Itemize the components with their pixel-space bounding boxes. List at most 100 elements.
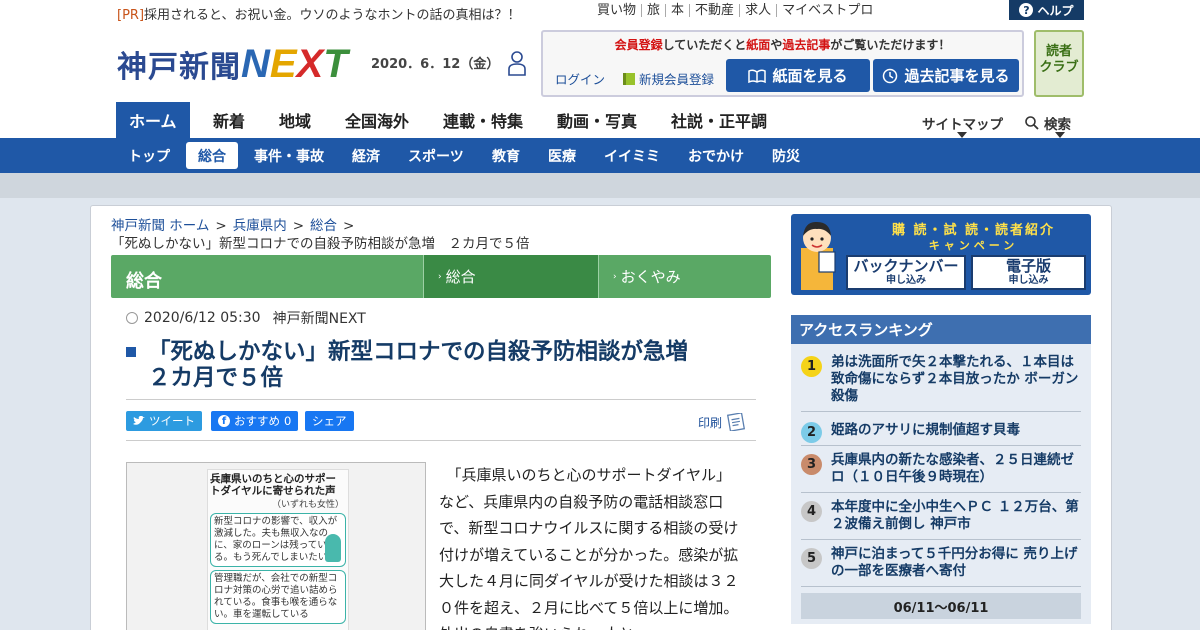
print-icon — [726, 413, 746, 431]
sitemap-link[interactable]: サイトマップ — [922, 113, 1003, 133]
ranking-title: 神戸に泊まって５千円分お得に 売り上げの一部を医療者へ寄付 — [831, 546, 1078, 579]
backnumber-box[interactable]: バックナンバー 申し込み — [846, 255, 966, 290]
rank-number: 3 — [801, 454, 822, 475]
mascot-icon — [801, 221, 836, 290]
search-icon — [1025, 116, 1039, 130]
pr-link[interactable]: [PR]採用されると、お祝い金。ウソのようなホントの話の真相は？！ — [117, 4, 521, 23]
twitter-icon — [133, 416, 145, 425]
print-button[interactable]: 印刷 — [698, 413, 746, 431]
search-button[interactable]: 検索 — [1025, 113, 1071, 133]
past-articles-button[interactable]: 過去記事を見る — [873, 59, 1019, 92]
reader-club-button[interactable]: 読者 クラブ — [1034, 30, 1084, 97]
ranking-item[interactable]: 1 弟は洗面所で矢２本撃たれる、１本目は致命傷にならず２本目放ったか ボーガン殺傷 — [801, 354, 1081, 412]
pr-tag: [PR] — [117, 8, 145, 23]
member-message: 会員登録していただくと紙面や過去記事がご覧いただけます！ — [614, 38, 951, 52]
logo-kanji: 神戸新聞 — [117, 50, 241, 85]
subnav-education[interactable]: 教育 — [492, 138, 520, 173]
top-link-jobs[interactable]: 求人 — [739, 4, 776, 17]
subnav-top[interactable]: トップ — [128, 138, 170, 173]
nav-national[interactable]: 全国海外 — [345, 102, 409, 138]
content-panel: 神戸新聞 ホーム > 兵庫県内 > 総合 > 「死ぬしかない」新型コロナでの自殺予防相談が… — [90, 205, 1112, 630]
logo-letter-n: N — [241, 42, 270, 86]
clock-icon — [883, 68, 898, 83]
subnav-sports[interactable]: スポーツ — [408, 138, 464, 173]
top-link-shopping[interactable]: 買い物 — [597, 4, 641, 17]
top-link-travel[interactable]: 旅 — [641, 4, 665, 17]
ranking-header: アクセスランキング — [791, 315, 1091, 344]
headline-marker-icon — [126, 347, 136, 357]
article-body: 「兵庫県いのちと心のサポートダイヤル」など、兵庫県内の自殺予防の電話相談窓口で、… — [439, 466, 739, 630]
article-image[interactable]: 兵庫県いのちと心のサポートダイヤルに寄せられた声 （いずれも女性） 新型コロナの… — [126, 462, 426, 630]
logo-letter-t: T — [323, 42, 348, 86]
digital-edition-box[interactable]: 電子版 申し込み — [971, 255, 1086, 290]
facebook-recommend-button[interactable]: f おすすめ 0 — [211, 411, 299, 431]
header-date: 2020．6．12（金） — [371, 57, 500, 72]
nav-latest[interactable]: 新着 — [213, 102, 245, 138]
tweet-button[interactable]: ツイート — [126, 411, 202, 431]
article-meta: 2020/6/12 05:30 神戸新聞NEXT — [126, 308, 366, 328]
nav-home[interactable]: ホーム — [116, 102, 190, 138]
help-label: ヘルプ — [1037, 3, 1074, 18]
ranking-item[interactable]: 3 兵庫県内の新たな感染者、２５日連続ゼロ（１０日午後９時現在） — [801, 452, 1081, 493]
category-title: 総合 — [126, 271, 162, 292]
subnav-economy[interactable]: 経済 — [352, 138, 380, 173]
help-button[interactable]: ? ヘルプ — [1009, 0, 1084, 20]
subnav-iimimi[interactable]: イイミミ — [604, 138, 660, 173]
top-link-realestate[interactable]: 不動産 — [689, 4, 739, 17]
nav-editorial[interactable]: 社説・正平調 — [671, 102, 767, 138]
top-links: 買い物 旅 本 不動産 求人 マイベストプロ — [597, 4, 878, 17]
divider-bottom — [126, 440, 756, 441]
facebook-count: 0 — [284, 414, 292, 428]
subscription-banner[interactable]: 購 読・試 読・読者紹介 キャンペーン バックナンバー 申し込み 電子版 申し込み — [791, 214, 1091, 295]
question-icon: ? — [1019, 3, 1034, 17]
graphic-quote-1: 新型コロナの影響で、収入が激減した。夫も無収入なのに、家のローンは残っている。も… — [210, 513, 346, 567]
headline-line2: ２カ月で５倍 — [148, 365, 284, 391]
graphic-title: 兵庫県いのちと心のサポートダイヤルに寄せられた声 — [210, 473, 336, 497]
subnav-medical[interactable]: 医療 — [548, 138, 576, 173]
nav-series[interactable]: 連載・特集 — [443, 102, 523, 138]
rank-number: 4 — [801, 501, 822, 522]
sub-nav: トップ 総合 事件・事故 経済 スポーツ 教育 医療 イイミミ おでかけ 防災 — [0, 138, 1200, 173]
gray-band — [0, 173, 1200, 198]
banner-title: 購 読・試 読・読者紹介 — [891, 223, 1056, 238]
newspaper-graphic: 兵庫県いのちと心のサポートダイヤルに寄せられた声 （いずれも女性） 新型コロナの… — [207, 469, 349, 630]
banner-subtitle: キャンペーン — [928, 239, 1019, 252]
top-link-book[interactable]: 本 — [665, 4, 689, 17]
divider-top — [126, 399, 756, 400]
rank-number: 2 — [801, 422, 822, 443]
subnav-incidents[interactable]: 事件・事故 — [254, 138, 324, 173]
article-datetime: 2020/6/12 05:30 — [144, 310, 261, 326]
site-logo[interactable]: 神戸新聞NEXT — [117, 42, 348, 87]
new-member-link[interactable]: 新規会員登録 — [623, 69, 714, 88]
ranking-item[interactable]: 2 姫路のアサリに規制値超す貝毒 — [801, 420, 1081, 446]
subnav-odekake[interactable]: おでかけ — [688, 138, 744, 173]
site-header: 神戸新聞NEXT 2020．6．12（金） 会員登録していただくと紙面や過去記事… — [0, 22, 1200, 102]
ranking-title: 弟は洗面所で矢２本撃たれる、１本目は致命傷にならず２本目放ったか ボーガン殺傷 — [831, 354, 1079, 404]
login-link[interactable]: ログイン — [555, 69, 605, 88]
rank-number: 5 — [801, 548, 822, 569]
ranking-item[interactable]: 5 神戸に泊まって５千円分お得に 売り上げの一部を医療者へ寄付 — [801, 546, 1081, 587]
view-paper-button[interactable]: 紙面を見る — [726, 59, 870, 92]
ranking-title: 本年度中に全小中生へＰＣ １２万台、第２波備え前倒し 神戸市 — [831, 499, 1079, 532]
main-nav: ホーム 新着 地域 全国海外 連載・特集 動画・写真 社説・正平調 サイトマップ… — [0, 102, 1200, 138]
logo-letter-x: X — [296, 42, 324, 86]
rank-number: 1 — [801, 356, 822, 377]
pr-text: 採用されると、お祝い金。ウソのようなホントの話の真相は？！ — [144, 8, 521, 23]
category-tab-general[interactable]: › 総合 — [423, 255, 598, 298]
breadcrumb-current: 「死ぬしかない」新型コロナでの自殺予防相談が急増 ２カ月で５倍 — [111, 236, 530, 252]
facebook-share-button[interactable]: シェア — [305, 411, 354, 431]
subnav-disaster[interactable]: 防災 — [772, 138, 800, 173]
nav-video[interactable]: 動画・写真 — [557, 102, 637, 138]
user-icon — [508, 51, 526, 76]
article-headline: 「死ぬしかない」新型コロナでの自殺予防相談が急増 ２カ月で５倍 — [126, 339, 746, 391]
graphic-subtitle: （いずれも女性） — [271, 500, 344, 510]
ranking-item[interactable]: 4 本年度中に全小中生へＰＣ １２万台、第２波備え前倒し 神戸市 — [801, 499, 1081, 540]
logo-letter-e: E — [269, 42, 297, 86]
subnav-general[interactable]: 総合 — [186, 142, 238, 169]
nav-region[interactable]: 地域 — [279, 102, 311, 138]
graphic-quote-2: 管理職だが、会社での新型コロナ対策の心労で追い詰められている。食事も喉を通らない… — [210, 570, 346, 624]
category-tab-obituary[interactable]: › おくやみ — [598, 255, 771, 298]
book-icon — [623, 72, 635, 85]
top-link-mybestpro[interactable]: マイベストプロ — [776, 4, 878, 17]
headline-line1: 「死ぬしかない」新型コロナでの自殺予防相談が急増 — [148, 339, 689, 365]
